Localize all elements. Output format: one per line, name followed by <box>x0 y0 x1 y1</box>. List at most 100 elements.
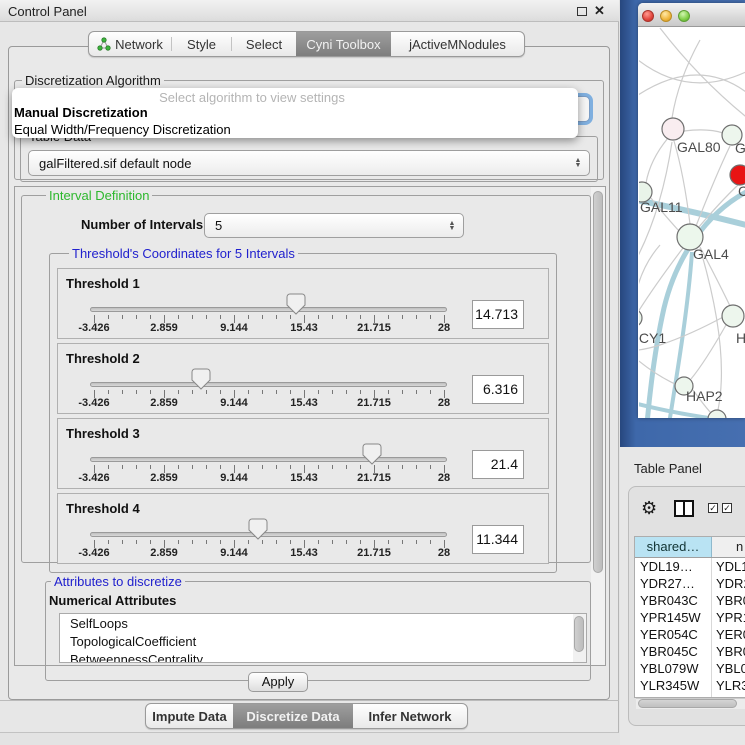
cell-shared-name[interactable]: YLR345W <box>635 677 712 694</box>
tick-mark <box>150 465 151 469</box>
threshold-4-slider-track[interactable] <box>90 532 447 537</box>
table-row[interactable]: YPR145WYPR1 <box>635 609 745 626</box>
network-edge[interactable] <box>700 248 721 410</box>
tick-mark <box>388 540 389 544</box>
list-scrollbar-thumb[interactable] <box>574 616 584 652</box>
list-item-betweennesscentrality[interactable]: BetweennessCentrality <box>60 650 586 663</box>
cell-name[interactable]: YER0 <box>712 626 745 643</box>
cell-shared-name[interactable]: YPR145W <box>635 609 712 626</box>
apply-button[interactable]: Apply <box>248 672 308 692</box>
tick-mark <box>220 465 221 469</box>
table-row[interactable]: YER054CYER0 <box>635 626 745 643</box>
checkbox-icon[interactable]: ✓ <box>708 503 718 513</box>
tick-mark <box>206 465 207 469</box>
node-table[interactable]: shared… n… YDL19…YDL1YDR27…YDR2YBR043CYB… <box>634 536 745 698</box>
network-node[interactable] <box>708 410 726 428</box>
dropdown-option-equal-width[interactable]: Equal Width/Frequency Discretization <box>14 122 231 137</box>
network-edge[interactable] <box>616 316 725 351</box>
tick-label: -3.426 <box>64 472 124 484</box>
tick-mark <box>178 540 179 544</box>
threshold-3-slider-track[interactable] <box>90 457 447 462</box>
tab-select[interactable]: Select <box>232 32 296 56</box>
tick-mark <box>192 540 193 544</box>
cell-shared-name[interactable]: YBL079W <box>635 660 712 677</box>
columns-icon[interactable] <box>674 500 694 517</box>
minimize-traffic-light-icon[interactable] <box>660 10 672 22</box>
threshold-3-value-field[interactable]: 21.4 <box>472 450 524 479</box>
table-row[interactable]: YBR045CYBR0 <box>635 643 745 660</box>
checkbox-icon[interactable]: ✓ <box>722 503 732 513</box>
tab-infer-network[interactable]: Infer Network <box>353 704 467 728</box>
network-edge[interactable] <box>684 130 723 133</box>
tick-mark <box>290 465 291 469</box>
tick-label: 21.715 <box>344 472 404 484</box>
table-row[interactable]: YDR27…YDR2 <box>635 575 745 592</box>
node-label: C <box>738 183 745 199</box>
network-node-gal80[interactable] <box>662 118 684 140</box>
threshold-4-slider-thumb[interactable] <box>248 518 268 540</box>
cell-shared-name[interactable]: YER054C <box>635 626 712 643</box>
network-edge[interactable] <box>638 60 745 83</box>
network-edge[interactable] <box>646 138 668 183</box>
network-edge[interactable] <box>672 40 700 118</box>
tab-discretize-data[interactable]: Discretize Data <box>233 704 353 728</box>
column-header-shared-name[interactable]: shared… <box>635 537 712 557</box>
table-rows[interactable]: YDL19…YDL1YDR27…YDR2YBR043CYBR0YPR145WYP… <box>635 558 745 698</box>
tab-cyni-toolbox[interactable]: Cyni Toolbox <box>296 32 391 56</box>
cell-shared-name[interactable]: YBR043C <box>635 592 712 609</box>
table-row[interactable]: YBL079WYBL0 <box>635 660 745 677</box>
tick-mark <box>402 465 403 469</box>
table-header-row: shared… n… <box>635 537 745 558</box>
tab-jactivemnodules[interactable]: jActiveMNodules <box>391 32 524 56</box>
list-item-selfloops[interactable]: SelfLoops <box>60 614 586 632</box>
network-canvas[interactable]: GAL80GACGAL11GAL4GCY1HHAP2 <box>0 0 745 447</box>
tick-mark <box>108 540 109 544</box>
cell-name[interactable]: YBR0 <box>712 643 745 660</box>
tick-mark <box>346 465 347 469</box>
zoom-traffic-light-icon[interactable] <box>678 10 690 22</box>
threshold-4-value-field[interactable]: 11.344 <box>472 525 524 554</box>
table-hscrollbar-thumb[interactable] <box>638 699 737 708</box>
network-edge[interactable] <box>638 248 683 312</box>
close-traffic-light-icon[interactable] <box>642 10 654 22</box>
gear-icon[interactable]: ⚙ <box>641 498 657 519</box>
table-row[interactable]: YLR345WYLR3 <box>635 677 745 694</box>
dropdown-option-manual[interactable]: Manual Discretization <box>14 105 148 120</box>
tick-mark <box>276 465 277 469</box>
tick-mark <box>332 465 333 469</box>
column-header-name[interactable]: n… <box>712 537 745 557</box>
network-node-labels: GAL80GACGAL11GAL4GCY1HHAP2 <box>628 139 745 404</box>
cell-name[interactable]: YPR1 <box>712 609 745 626</box>
list-scrollbar[interactable] <box>573 614 586 662</box>
tick-mark <box>290 540 291 544</box>
network-edge[interactable] <box>616 340 675 384</box>
table-row[interactable]: YBR043CYBR0 <box>635 592 745 609</box>
tab-style[interactable]: Style <box>172 32 231 56</box>
cell-shared-name[interactable]: YDL19… <box>635 558 712 575</box>
network-node-gcy1[interactable] <box>624 309 642 327</box>
screen: Control Panel ✕ Network Style Sel <box>0 0 745 745</box>
tick-mark <box>262 540 263 544</box>
cell-name[interactable]: YDR2 <box>712 575 745 592</box>
tick-mark <box>150 540 151 544</box>
tick-label: 9.144 <box>204 547 264 559</box>
bottom-tabbar: Impute Data Discretize Data Infer Networ… <box>145 703 468 729</box>
cell-shared-name[interactable]: YDR27… <box>635 575 712 592</box>
tab-impute-data[interactable]: Impute Data <box>146 704 233 728</box>
tick-label: 15.43 <box>274 547 334 559</box>
tab-network[interactable]: Network <box>89 32 171 56</box>
table-panel: Table Panel ⚙ ✓ ✓ shared… n… YDL19…YDL1Y… <box>620 447 745 745</box>
numerical-attributes-list[interactable]: SelfLoops TopologicalCoefficient Between… <box>59 613 587 663</box>
network-node[interactable] <box>730 165 745 185</box>
table-row[interactable]: YDL19…YDL1 <box>635 558 745 575</box>
list-item-topologicalcoefficient[interactable]: TopologicalCoefficient <box>60 632 586 650</box>
network-edge[interactable] <box>660 28 745 120</box>
network-node[interactable] <box>722 305 744 327</box>
cell-name[interactable]: YBR0 <box>712 592 745 609</box>
cell-name[interactable]: YLR3 <box>712 677 745 694</box>
cell-name[interactable]: YDL1 <box>712 558 745 575</box>
network-window-titlebar[interactable] <box>638 3 745 27</box>
cell-name[interactable]: YBL0 <box>712 660 745 677</box>
table-hscrollbar[interactable] <box>636 698 745 709</box>
cell-shared-name[interactable]: YBR045C <box>635 643 712 660</box>
